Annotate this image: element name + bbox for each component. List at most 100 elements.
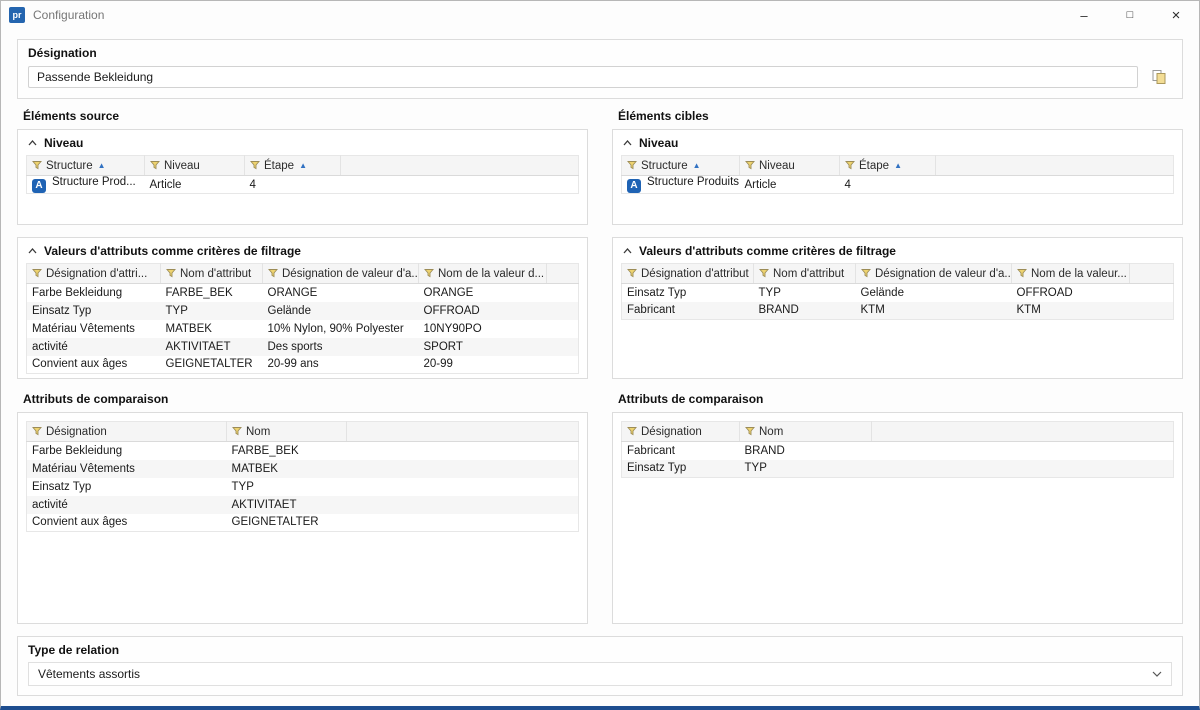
table-row[interactable]: Convient aux âgesGEIGNETALTER20-99 ans20… bbox=[27, 356, 579, 374]
table-cell bbox=[347, 442, 579, 460]
column-header[interactable]: Nom bbox=[740, 422, 872, 442]
column-label: Nom d'attribut bbox=[773, 268, 844, 280]
column-label: Désignation bbox=[641, 426, 702, 438]
table-cell: Convient aux âges bbox=[27, 356, 161, 374]
filter-icon bbox=[32, 426, 42, 436]
relation-label: Type de relation bbox=[28, 643, 1172, 657]
source-target-columns: Éléments source Niveau Structure▲NiveauÉ… bbox=[17, 109, 1183, 624]
column-label: Nom bbox=[759, 426, 783, 438]
filter-icon bbox=[32, 268, 42, 278]
table-row[interactable]: Farbe BekleidungFARBE_BEKORANGEORANGE bbox=[27, 284, 579, 302]
column-header[interactable]: Structure▲ bbox=[622, 156, 740, 176]
column-header[interactable]: Désignation bbox=[622, 422, 740, 442]
column-header[interactable]: Désignation bbox=[27, 422, 227, 442]
table-cell: activité bbox=[27, 338, 161, 356]
column-header[interactable]: Étape▲ bbox=[840, 156, 936, 176]
table-row[interactable]: AStructure Prod... Article 4 bbox=[27, 176, 579, 194]
column-header[interactable]: Étape▲ bbox=[245, 156, 341, 176]
structure-cell: AStructure Prod... bbox=[27, 176, 145, 194]
paste-button[interactable] bbox=[1146, 65, 1172, 89]
table-cell: Gelände bbox=[263, 302, 419, 320]
column-header-filler bbox=[347, 422, 579, 442]
maximize-button[interactable]: □ bbox=[1107, 1, 1153, 29]
window-title: Configuration bbox=[33, 8, 104, 22]
column-header[interactable]: Désignation de valeur d'a... bbox=[856, 264, 1012, 284]
column-header[interactable]: Désignation d'attri... bbox=[27, 264, 161, 284]
column-header[interactable]: Niveau bbox=[145, 156, 245, 176]
table-cell: MATBEK bbox=[227, 460, 347, 478]
chevron-up-icon bbox=[623, 248, 632, 254]
column-label: Nom de la valeur... bbox=[1031, 268, 1127, 280]
target-niveau-header[interactable]: Niveau bbox=[621, 131, 1174, 155]
table-cell bbox=[347, 496, 579, 514]
chevron-down-icon bbox=[1152, 671, 1162, 677]
column-header[interactable]: Nom de la valeur d... bbox=[419, 264, 547, 284]
table-row[interactable]: Farbe BekleidungFARBE_BEK bbox=[27, 442, 579, 460]
filter-icon bbox=[166, 268, 176, 278]
column-header[interactable]: Structure▲ bbox=[27, 156, 145, 176]
designation-input[interactable] bbox=[28, 66, 1138, 88]
dialog-content: Désignation Éléments source Niv bbox=[1, 29, 1199, 706]
filter-icon bbox=[32, 160, 42, 170]
table-row[interactable]: Einsatz TypTYPGeländeOFFROAD bbox=[27, 302, 579, 320]
column-header[interactable]: Nom bbox=[227, 422, 347, 442]
relation-group: Type de relation Vêtements assortis bbox=[17, 636, 1183, 696]
table-cell: 10% Nylon, 90% Polyester bbox=[263, 320, 419, 338]
table-row[interactable]: activitéAKTIVITAETDes sportsSPORT bbox=[27, 338, 579, 356]
table-cell: AKTIVITAET bbox=[227, 496, 347, 514]
source-filters-header[interactable]: Valeurs d'attributs comme critères de fi… bbox=[26, 239, 579, 263]
table-row[interactable]: Matériau VêtementsMATBEK10% Nylon, 90% P… bbox=[27, 320, 579, 338]
relation-dropdown[interactable]: Vêtements assortis bbox=[28, 662, 1172, 686]
source-niveau-panel: Niveau Structure▲NiveauÉtape▲ AStructure… bbox=[17, 129, 588, 225]
filter-icon bbox=[627, 160, 637, 170]
minimize-button[interactable]: – bbox=[1061, 1, 1107, 29]
target-filters-table: Désignation d'attribut Nom d'attribut Dési… bbox=[621, 263, 1174, 320]
column-label: Désignation d'attri... bbox=[46, 268, 147, 280]
titlebar[interactable]: pr Configuration – □ × bbox=[1, 1, 1199, 29]
table-cell bbox=[341, 176, 579, 194]
sort-ascending-icon: ▲ bbox=[98, 161, 106, 170]
table-row[interactable]: Einsatz TypTYPGeländeOFFROAD bbox=[622, 284, 1174, 302]
table-row[interactable]: Einsatz TypTYP bbox=[622, 460, 1174, 478]
column-header[interactable]: Niveau bbox=[740, 156, 840, 176]
table-cell: MATBEK bbox=[161, 320, 263, 338]
filter-icon bbox=[627, 268, 637, 278]
source-title: Éléments source bbox=[23, 109, 588, 123]
column-label: Niveau bbox=[164, 160, 200, 172]
table-row[interactable]: Convient aux âgesGEIGNETALTER bbox=[27, 514, 579, 532]
target-comparison-title: Attributs de comparaison bbox=[618, 392, 1183, 406]
table-cell: 20-99 ans bbox=[263, 356, 419, 374]
column-header[interactable]: Désignation d'attribut bbox=[622, 264, 754, 284]
column-label: Nom de la valeur d... bbox=[438, 268, 544, 280]
column-header-filler bbox=[341, 156, 579, 176]
filter-icon bbox=[1017, 268, 1027, 278]
column-header-filler bbox=[936, 156, 1174, 176]
column-label: Désignation bbox=[46, 426, 107, 438]
column-header[interactable]: Nom de la valeur... bbox=[1012, 264, 1130, 284]
table-cell bbox=[872, 460, 1174, 478]
column-header[interactable]: Nom d'attribut bbox=[161, 264, 263, 284]
column-header[interactable]: Désignation de valeur d'a... bbox=[263, 264, 419, 284]
chevron-up-icon bbox=[28, 140, 37, 146]
table-cell: Fabricant bbox=[622, 442, 740, 460]
source-niveau-header[interactable]: Niveau bbox=[26, 131, 579, 155]
column-header-filler bbox=[872, 422, 1174, 442]
table-cell bbox=[872, 442, 1174, 460]
table-row[interactable]: Einsatz TypTYP bbox=[27, 478, 579, 496]
table-row[interactable]: FabricantBRANDKTMKTM bbox=[622, 302, 1174, 320]
target-comparison-table: Désignation Nom FabricantBRANDEinsatz Typ… bbox=[621, 421, 1174, 478]
target-filters-header[interactable]: Valeurs d'attributs comme critères de fi… bbox=[621, 239, 1174, 263]
table-row[interactable]: activitéAKTIVITAET bbox=[27, 496, 579, 514]
target-comparison-panel: Désignation Nom FabricantBRANDEinsatz Typ… bbox=[612, 412, 1183, 624]
table-row[interactable]: Matériau VêtementsMATBEK bbox=[27, 460, 579, 478]
table-header-row: Structure▲ Niveau Étape▲ bbox=[27, 156, 579, 176]
column-header-filler bbox=[1130, 264, 1174, 284]
filter-icon bbox=[268, 268, 278, 278]
table-row[interactable]: AStructure Produits Article 4 bbox=[622, 176, 1174, 194]
table-cell: TYP bbox=[161, 302, 263, 320]
table-cell: Matériau Vêtements bbox=[27, 460, 227, 478]
column-header[interactable]: Nom d'attribut bbox=[754, 264, 856, 284]
table-row[interactable]: FabricantBRAND bbox=[622, 442, 1174, 460]
close-button[interactable]: × bbox=[1153, 1, 1199, 29]
filter-icon bbox=[745, 160, 755, 170]
